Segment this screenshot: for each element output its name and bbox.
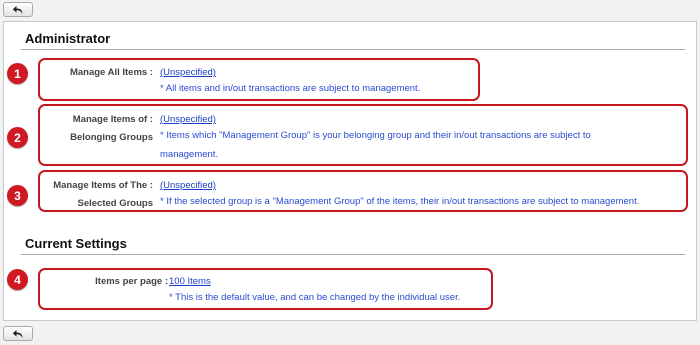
link-belonging-groups[interactable]: (Unspecified) xyxy=(160,114,216,125)
link-selected-groups[interactable]: (Unspecified) xyxy=(160,180,216,191)
desc-items-per-page: * This is the default value, and can be … xyxy=(169,292,461,303)
label-items-per-page: Items per page : xyxy=(95,276,168,287)
back-button-top[interactable] xyxy=(3,2,33,17)
back-button-bottom[interactable] xyxy=(3,326,33,341)
step-badge-3: 3 xyxy=(7,185,28,206)
section-title-current-settings: Current Settings xyxy=(25,236,127,251)
label-belonging-groups-line2: Belonging Groups xyxy=(70,132,153,143)
step-badge-1: 1 xyxy=(7,63,28,84)
label-belonging-groups-line1: Manage Items of : xyxy=(72,114,153,125)
link-items-per-page[interactable]: 100 Items xyxy=(169,276,211,287)
desc-selected-groups: * If the selected group is a "Management… xyxy=(160,196,640,207)
link-manage-all-items[interactable]: (Unspecified) xyxy=(160,67,216,78)
step-badge-4: 4 xyxy=(7,269,28,290)
settings-panel: Administrator 1 Manage All Items : (Unsp… xyxy=(3,21,697,321)
back-arrow-icon xyxy=(12,5,23,14)
label-selected-groups-line1: Manage Items of The : xyxy=(53,180,153,191)
desc-belonging-groups: * Items which "Management Group" is your… xyxy=(160,130,591,160)
section-title-administrator: Administrator xyxy=(25,31,111,46)
section-divider xyxy=(21,49,685,50)
label-manage-all-items: Manage All Items : xyxy=(69,67,153,78)
section-divider xyxy=(21,254,685,255)
step-badge-2: 2 xyxy=(7,127,28,148)
label-selected-groups-line2: Selected Groups xyxy=(77,198,154,209)
desc-manage-all-items: * All items and in/out transactions are … xyxy=(160,83,421,94)
back-arrow-icon xyxy=(12,329,23,338)
